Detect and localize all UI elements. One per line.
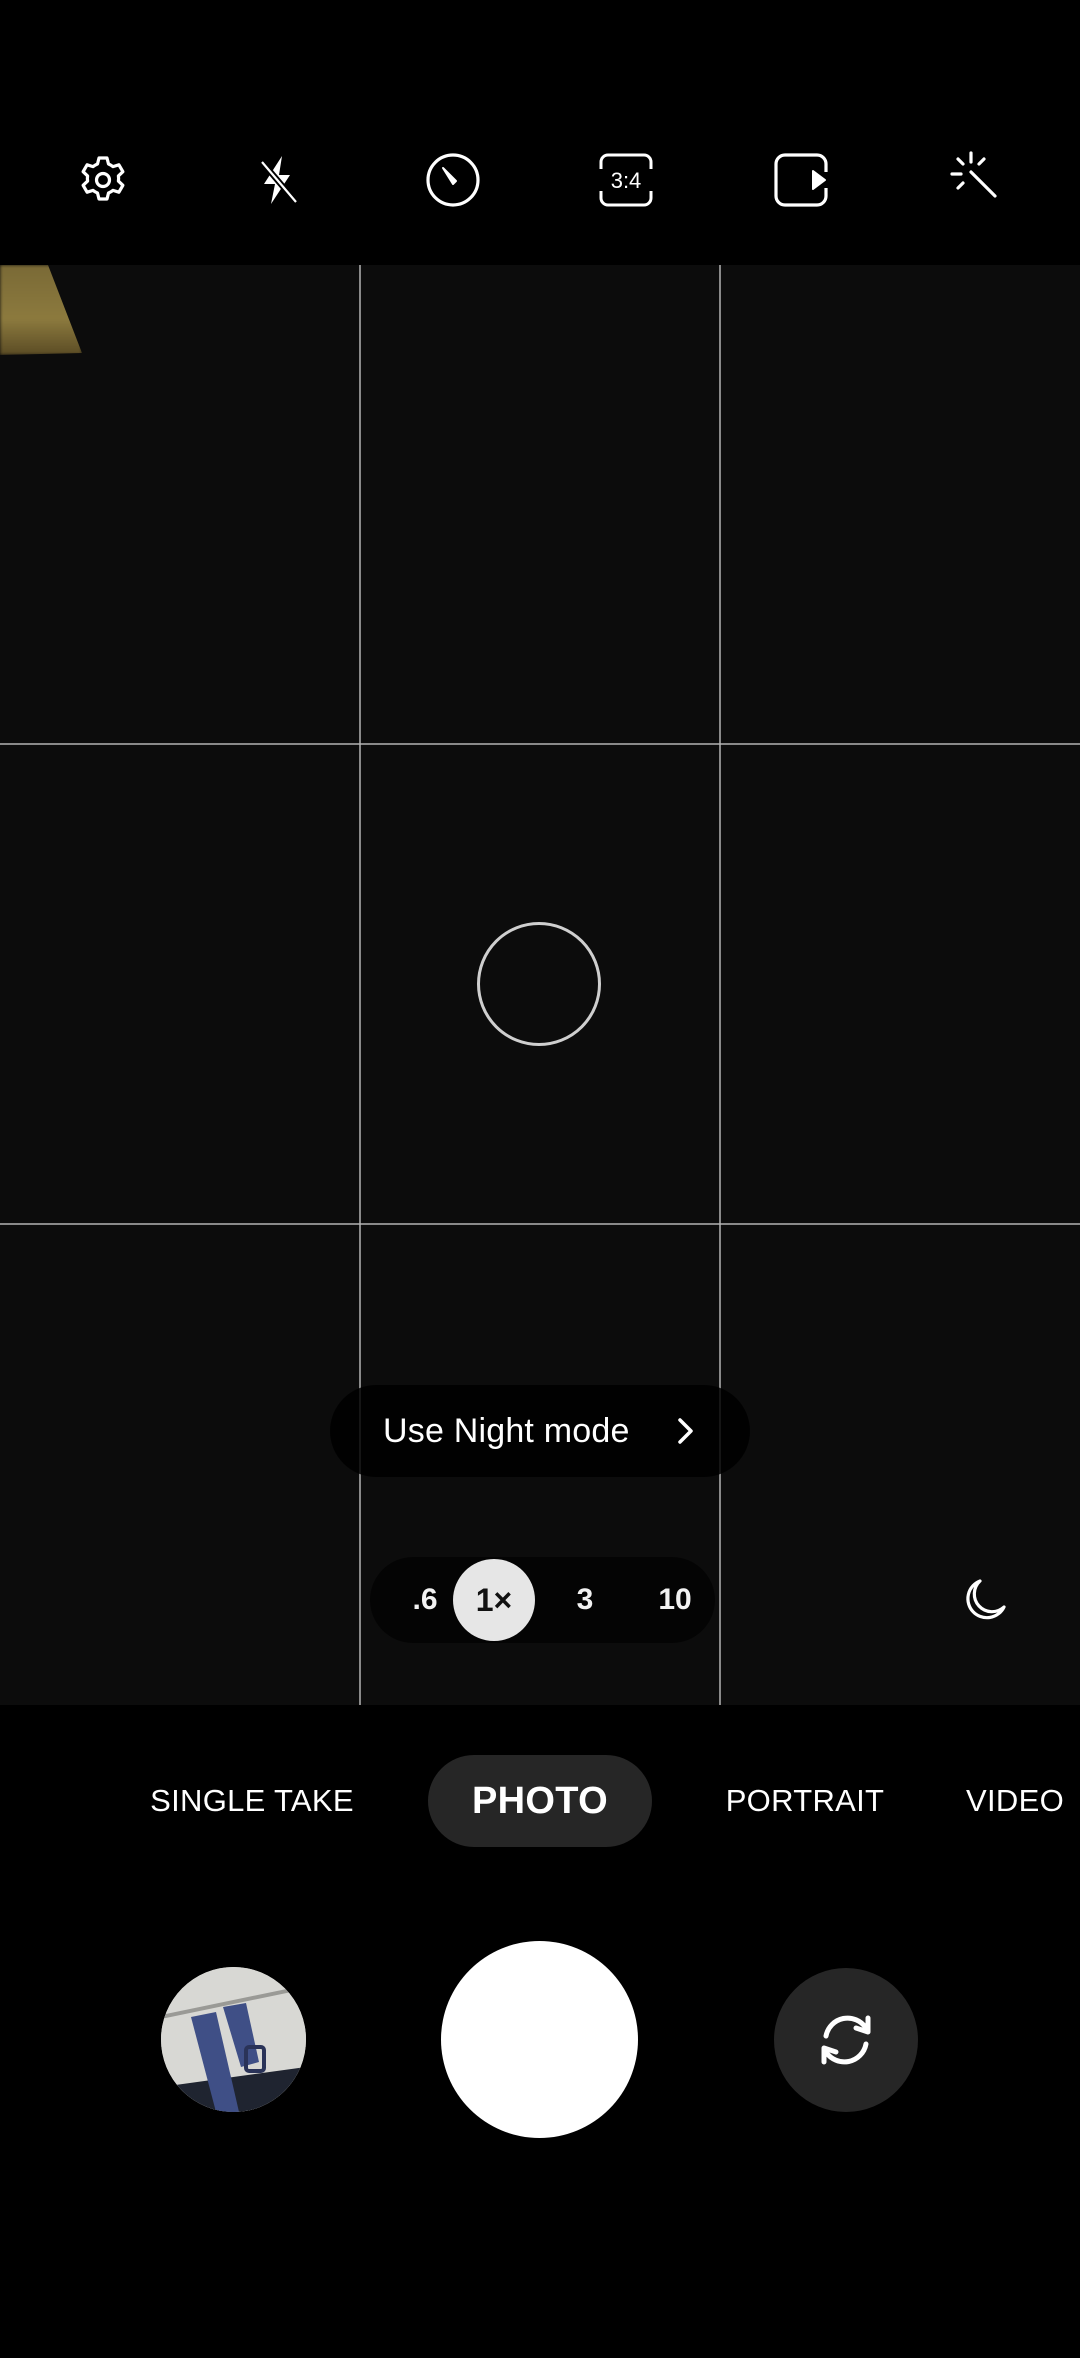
aspect-ratio-icon: 3:4 — [599, 153, 653, 207]
focus-indicator — [477, 922, 601, 1046]
motion-photo-icon — [774, 153, 828, 207]
grid-line — [0, 743, 1080, 745]
motion-photo-button[interactable] — [741, 120, 861, 240]
moon-icon — [966, 1579, 1006, 1620]
gallery-thumbnail[interactable] — [161, 1967, 306, 2112]
grid-line — [359, 265, 361, 1705]
mode-photo[interactable]: PHOTO — [428, 1755, 652, 1847]
night-mode-suggestion-label: Use Night mode — [383, 1411, 630, 1450]
switch-camera-button[interactable] — [774, 1968, 918, 2112]
zoom-selector: .6 1× 3 10 — [370, 1557, 715, 1643]
settings-button[interactable] — [43, 120, 163, 240]
mode-single-take[interactable]: SINGLE TAKE — [142, 1755, 362, 1847]
night-mode-suggestion[interactable]: Use Night mode — [330, 1385, 750, 1477]
camera-screen: 3:4 Use Night mode .6 1× 3 10 SINGLE TAK… — [0, 0, 1080, 2358]
switch-camera-icon — [821, 2015, 871, 2065]
preview-object — [0, 265, 82, 355]
zoom-option-3[interactable]: 3 — [543, 1557, 627, 1643]
magic-wand-icon — [950, 151, 997, 198]
shutter-button[interactable] — [441, 1941, 638, 2138]
zoom-option-1x[interactable]: 1× — [453, 1559, 535, 1641]
gallery-preview-image — [161, 1967, 306, 2112]
timer-button[interactable] — [393, 120, 513, 240]
zoom-option-10[interactable]: 10 — [633, 1557, 717, 1643]
aspect-ratio-button[interactable]: 3:4 — [566, 120, 686, 240]
svg-text:3:4: 3:4 — [611, 168, 642, 193]
mode-portrait[interactable]: PORTRAIT — [715, 1755, 895, 1847]
flash-off-icon — [259, 156, 299, 204]
grid-line — [0, 1223, 1080, 1225]
night-mode-toggle[interactable] — [950, 1565, 1020, 1635]
filters-button[interactable] — [915, 120, 1035, 240]
chevron-right-icon — [678, 1418, 693, 1444]
flash-button[interactable] — [218, 120, 338, 240]
camera-toolbar: 3:4 — [0, 120, 1080, 240]
grid-line — [719, 265, 721, 1705]
mode-video[interactable]: VIDEO — [960, 1755, 1070, 1847]
timer-icon — [426, 153, 480, 207]
gear-icon — [81, 156, 125, 201]
mode-selector: SINGLE TAKE PHOTO PORTRAIT VIDEO — [0, 1755, 1080, 1847]
camera-viewfinder[interactable]: Use Night mode .6 1× 3 10 — [0, 265, 1080, 1705]
